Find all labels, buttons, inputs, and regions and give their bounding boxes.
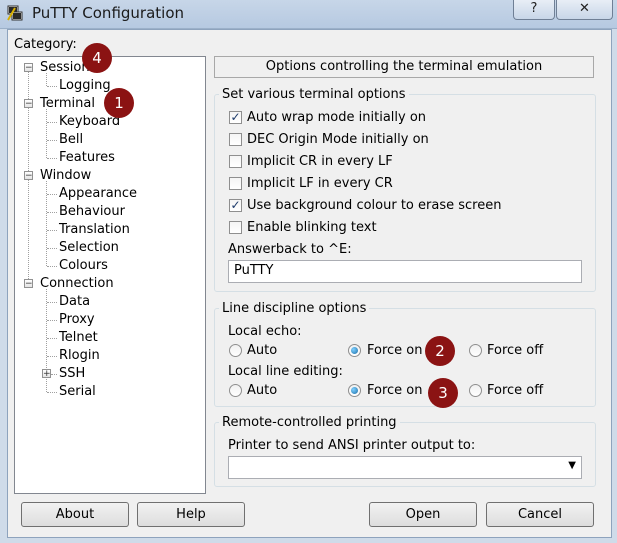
line-editing-force-off-radio[interactable] [469, 384, 482, 397]
implicit-cr-checkbox[interactable] [229, 155, 242, 168]
close-icon: ✕ [579, 1, 590, 16]
open-button[interactable]: Open [369, 502, 477, 527]
collapse-connection-icon[interactable]: − [24, 279, 33, 289]
annotation-badge-3: 3 [428, 378, 458, 408]
window-title: PuTTY Configuration [32, 4, 185, 22]
auto-wrap-checkbox[interactable]: ✓ [229, 111, 242, 124]
tree-item-logging[interactable]: Logging [59, 78, 111, 93]
collapse-window-icon[interactable]: − [24, 171, 33, 181]
dec-origin-checkbox[interactable] [229, 133, 242, 146]
annotation-badge-2: 2 [425, 336, 455, 366]
tree-connector [47, 266, 57, 267]
line-editing-auto-radio[interactable] [229, 384, 242, 397]
local-echo-auto-label[interactable]: Auto [247, 343, 277, 358]
local-echo-label: Local echo: [228, 324, 302, 339]
line-editing-force-on-label[interactable]: Force on [367, 383, 423, 398]
local-echo-force-off-radio[interactable] [469, 344, 482, 357]
tree-item-connection[interactable]: Connection [40, 276, 114, 291]
tree-connector [47, 392, 57, 393]
line-editing-force-off-label[interactable]: Force off [487, 383, 543, 398]
printing-title: Remote-controlled printing [219, 415, 400, 430]
about-button[interactable]: About [21, 502, 129, 527]
tree-connector [47, 302, 57, 303]
tree-connector [47, 338, 57, 339]
category-tree[interactable]: − − − − + Session Logging Terminal Keybo… [14, 56, 206, 494]
line-discipline-title: Line discipline options [219, 301, 370, 316]
printer-dropdown[interactable]: ▼ [228, 456, 582, 479]
cancel-button[interactable]: Cancel [486, 502, 594, 527]
line-editing-force-on-radio[interactable] [348, 384, 361, 397]
blinking-text-label[interactable]: Enable blinking text [247, 220, 377, 235]
answerback-input[interactable]: PuTTY [228, 260, 582, 283]
tree-connector [47, 356, 57, 357]
answerback-label: Answerback to ^E: [228, 242, 352, 257]
printer-label: Printer to send ANSI printer output to: [228, 438, 476, 453]
expand-ssh-icon[interactable]: + [42, 369, 51, 379]
line-editing-auto-label[interactable]: Auto [247, 383, 277, 398]
local-echo-force-on-label[interactable]: Force on [367, 343, 423, 358]
help-button[interactable]: Help [137, 502, 245, 527]
implicit-lf-label[interactable]: Implicit LF in every CR [247, 176, 393, 191]
collapse-session-icon[interactable]: − [24, 63, 33, 73]
tree-connector [47, 140, 57, 141]
tree-item-terminal[interactable]: Terminal [40, 96, 95, 111]
tree-connector [47, 248, 57, 249]
tree-item-selection[interactable]: Selection [59, 240, 119, 255]
background-colour-label[interactable]: Use background colour to erase screen [247, 198, 501, 213]
collapse-terminal-icon[interactable]: − [24, 99, 33, 109]
tree-item-translation[interactable]: Translation [59, 222, 130, 237]
tree-connector [47, 158, 57, 159]
tree-item-behaviour[interactable]: Behaviour [59, 204, 125, 219]
tree-item-data[interactable]: Data [59, 294, 90, 309]
tree-connector [47, 212, 57, 213]
tree-item-appearance[interactable]: Appearance [59, 186, 137, 201]
blinking-text-checkbox[interactable] [229, 221, 242, 234]
local-line-editing-label: Local line editing: [228, 364, 343, 379]
tree-connector [47, 122, 57, 123]
annotation-badge-1: 1 [104, 88, 134, 118]
tree-item-bell[interactable]: Bell [59, 132, 83, 147]
tree-item-ssh[interactable]: SSH [59, 366, 85, 381]
tree-item-window[interactable]: Window [40, 168, 91, 183]
tree-connector [47, 86, 57, 87]
category-label: Category: [14, 37, 77, 52]
tree-item-features[interactable]: Features [59, 150, 115, 165]
question-mark-icon: ? [530, 1, 538, 16]
help-title-button[interactable]: ? [513, 0, 555, 20]
annotation-badge-4: 4 [82, 43, 112, 73]
terminal-options-title: Set various terminal options [219, 87, 409, 102]
tree-item-rlogin[interactable]: Rlogin [59, 348, 100, 363]
tree-item-proxy[interactable]: Proxy [59, 312, 95, 327]
tree-connector [47, 320, 57, 321]
tree-item-telnet[interactable]: Telnet [59, 330, 98, 345]
tree-connector [46, 109, 47, 158]
title-bar[interactable]: PuTTY Configuration ? ✕ [0, 0, 617, 29]
tree-item-keyboard[interactable]: Keyboard [59, 114, 120, 129]
tree-connector [51, 374, 57, 375]
local-echo-force-on-radio[interactable] [348, 344, 361, 357]
background-colour-checkbox[interactable]: ✓ [229, 199, 242, 212]
radio-selected-dot [351, 347, 358, 354]
radio-selected-dot [351, 387, 358, 394]
chevron-down-icon[interactable]: ▼ [568, 460, 576, 471]
dec-origin-label[interactable]: DEC Origin Mode initially on [247, 132, 429, 147]
tree-item-serial[interactable]: Serial [59, 384, 96, 399]
local-echo-force-off-label[interactable]: Force off [487, 343, 543, 358]
local-echo-auto-radio[interactable] [229, 344, 242, 357]
close-title-button[interactable]: ✕ [556, 0, 613, 20]
implicit-lf-checkbox[interactable] [229, 177, 242, 190]
auto-wrap-label[interactable]: Auto wrap mode initially on [247, 110, 426, 125]
implicit-cr-label[interactable]: Implicit CR in every LF [247, 154, 393, 169]
tree-connector [47, 194, 57, 195]
tree-item-colours[interactable]: Colours [59, 258, 108, 273]
panel-header: Options controlling the terminal emulati… [214, 56, 594, 78]
putty-app-icon [7, 5, 23, 21]
tree-connector [47, 230, 57, 231]
